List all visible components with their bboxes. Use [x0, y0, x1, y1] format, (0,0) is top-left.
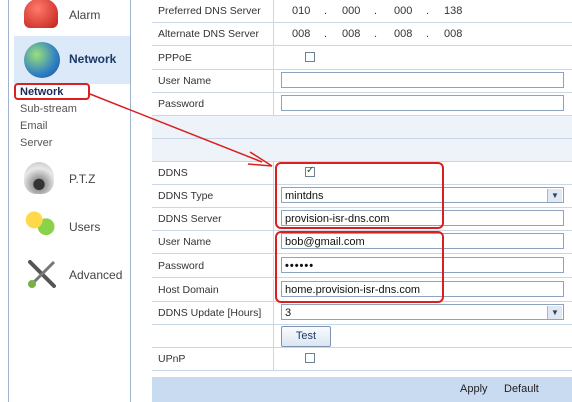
- sidebar-item-advanced[interactable]: Advanced: [14, 252, 130, 298]
- pppoe-checkbox[interactable]: [305, 52, 315, 62]
- octet-dot: .: [426, 5, 430, 17]
- sidebar-item-label: P.T.Z: [69, 172, 96, 186]
- ddns-password-label: Password: [158, 260, 205, 272]
- column-divider: [273, 255, 274, 277]
- sidebar-item-alarm[interactable]: Alarm: [14, 0, 130, 38]
- column-divider: [273, 162, 274, 184]
- pppoe-row: PPPoE: [152, 47, 572, 70]
- ddns-label: DDNS: [158, 167, 188, 179]
- pppoe-user-input[interactable]: [281, 72, 564, 88]
- users-icon: [24, 208, 58, 242]
- chevron-down-icon[interactable]: ▼: [547, 189, 562, 202]
- alternate-dns-row: Alternate DNS Server 008 . 008 . 008 . 0…: [152, 23, 572, 46]
- ddns-credentials-highlight: [275, 231, 444, 303]
- ddns-update-row: DDNS Update [Hours] 3 ▼: [152, 302, 572, 325]
- column-divider: [273, 0, 274, 22]
- sidebar-item-network[interactable]: Network: [14, 36, 130, 84]
- upnp-label: UPnP: [158, 353, 186, 365]
- preferred-dns-octet-2[interactable]: 000: [342, 5, 360, 17]
- submenu-item-server[interactable]: Server: [20, 135, 130, 152]
- pppoe-password-input[interactable]: [281, 95, 564, 111]
- sidebar-item-ptz[interactable]: P.T.Z: [14, 156, 130, 202]
- preferred-dns-octet-4[interactable]: 138: [444, 5, 462, 17]
- sidebar-item-users[interactable]: Users: [14, 204, 130, 250]
- spacer-row: [152, 116, 572, 139]
- octet-dot: .: [426, 28, 430, 40]
- ddns-update-value: 3: [285, 307, 292, 319]
- column-divider: [273, 93, 274, 115]
- preferred-dns-octet-3[interactable]: 000: [394, 5, 412, 17]
- column-divider: [273, 23, 274, 45]
- column-divider: [273, 185, 274, 207]
- ddns-user-label: User Name: [158, 236, 212, 248]
- ddns-server-label: DDNS Server: [158, 213, 222, 225]
- alternate-dns-octet-3[interactable]: 008: [394, 28, 412, 40]
- sidebar: Alarm Network Network Sub-stream Email S…: [0, 0, 140, 402]
- sidebar-item-label: Advanced: [69, 268, 123, 282]
- octet-dot: .: [374, 5, 378, 17]
- column-divider: [273, 70, 274, 92]
- column-divider: [273, 325, 274, 347]
- test-row: Test: [152, 325, 572, 348]
- network-globe-icon: [24, 42, 60, 78]
- host-domain-label: Host Domain: [158, 284, 219, 296]
- column-divider: [273, 208, 274, 230]
- tools-icon: [24, 256, 60, 292]
- sidebar-edge: [8, 0, 9, 402]
- column-divider: [273, 47, 274, 69]
- pppoe-password-row: Password: [152, 93, 572, 116]
- form-footer: Apply Default: [152, 377, 572, 402]
- default-button[interactable]: Default: [504, 383, 539, 395]
- alternate-dns-octet-1[interactable]: 008: [292, 28, 310, 40]
- preferred-dns-row: Preferred DNS Server 010 . 000 . 000 . 1…: [152, 0, 572, 23]
- alternate-dns-octet-2[interactable]: 008: [342, 28, 360, 40]
- sidebar-item-label: Network: [69, 52, 117, 66]
- pppoe-user-row: User Name: [152, 70, 572, 93]
- ddns-type-label: DDNS Type: [158, 190, 214, 202]
- sidebar-item-label: Users: [69, 220, 101, 234]
- ptz-camera-icon: [24, 162, 54, 194]
- alarm-icon: [24, 0, 58, 28]
- test-button[interactable]: Test: [281, 326, 331, 347]
- pppoe-label: PPPoE: [158, 52, 192, 64]
- upnp-row: UPnP: [152, 348, 572, 371]
- sidebar-divider: [130, 0, 131, 402]
- upnp-checkbox[interactable]: [305, 353, 315, 363]
- ddns-update-select[interactable]: 3 ▼: [281, 304, 564, 320]
- column-divider: [273, 302, 274, 324]
- pppoe-password-label: Password: [158, 98, 205, 110]
- spacer-row: [152, 139, 572, 162]
- chevron-down-icon[interactable]: ▼: [547, 306, 562, 319]
- network-submenu-highlight: [14, 83, 90, 100]
- column-divider: [273, 279, 274, 301]
- octet-dot: .: [324, 28, 328, 40]
- octet-dot: .: [324, 5, 328, 17]
- column-divider: [273, 231, 274, 253]
- preferred-dns-octet-1[interactable]: 010: [292, 5, 310, 17]
- ddns-update-label: DDNS Update [Hours]: [158, 307, 262, 319]
- apply-button[interactable]: Apply: [460, 383, 488, 395]
- preferred-dns-label: Preferred DNS Server: [158, 5, 261, 17]
- column-divider: [273, 348, 274, 370]
- pppoe-user-label: User Name: [158, 75, 212, 87]
- octet-dot: .: [374, 28, 378, 40]
- sidebar-item-label: Alarm: [69, 8, 101, 22]
- alternate-dns-octet-4[interactable]: 008: [444, 28, 462, 40]
- submenu-item-sub-stream[interactable]: Sub-stream: [20, 101, 130, 118]
- alternate-dns-label: Alternate DNS Server: [158, 28, 259, 40]
- ddns-settings-highlight: [275, 162, 444, 229]
- network-settings-form: Preferred DNS Server 010 . 000 . 000 . 1…: [152, 0, 572, 402]
- submenu-item-email[interactable]: Email: [20, 118, 130, 135]
